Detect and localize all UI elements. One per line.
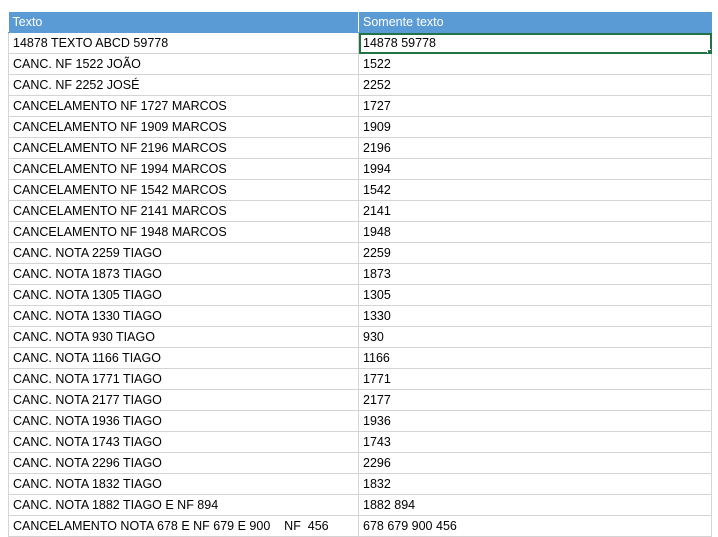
cell-texto[interactable]: CANC. NOTA 2296 TIAGO — [8, 452, 359, 474]
cell-somente-texto[interactable]: 1727 — [358, 95, 712, 117]
table-row: CANCELAMENTO NF 1542 MARCOS 1542 — [8, 179, 712, 201]
cell-somente-texto[interactable]: 2196 — [358, 137, 712, 159]
cell-somente-texto[interactable]: 1873 — [358, 263, 712, 285]
column-header-somente-texto[interactable]: Somente texto — [358, 12, 712, 33]
cell-texto[interactable]: CANCELAMENTO NF 1948 MARCOS — [8, 221, 359, 243]
cell-texto[interactable]: CANCELAMENTO NF 2196 MARCOS — [8, 137, 359, 159]
table-row: CANC. NOTA 1166 TIAGO 1166 — [8, 347, 712, 369]
cell-texto[interactable]: CANC. NOTA 1936 TIAGO — [8, 410, 359, 432]
cell-texto[interactable]: CANC. NOTA 2177 TIAGO — [8, 389, 359, 411]
table-row: CANC. NOTA 1832 TIAGO 1832 — [8, 473, 712, 495]
cell-texto[interactable]: CANCELAMENTO NF 2141 MARCOS — [8, 200, 359, 222]
cell-somente-texto[interactable]: 1305 — [358, 284, 712, 306]
cell-somente-texto[interactable]: 1882 894 — [358, 494, 712, 516]
table-row: CANC. NOTA 930 TIAGO 930 — [8, 326, 712, 348]
cell-texto[interactable]: CANCELAMENTO NF 1727 MARCOS — [8, 95, 359, 117]
table-row: CANC. NOTA 1771 TIAGO 1771 — [8, 368, 712, 390]
cell-somente-texto[interactable]: 2296 — [358, 452, 712, 474]
table-row: CANCELAMENTO NF 2196 MARCOS 2196 — [8, 137, 712, 159]
cell-texto[interactable]: CANCELAMENTO NF 1909 MARCOS — [8, 116, 359, 138]
cell-somente-texto[interactable]: 1166 — [358, 347, 712, 369]
cell-texto[interactable]: CANC. NOTA 1873 TIAGO — [8, 263, 359, 285]
cell-texto[interactable]: CANC. NOTA 1771 TIAGO — [8, 368, 359, 390]
table-header: Texto Somente texto — [8, 12, 712, 33]
table-row: CANCELAMENTO NF 1948 MARCOS 1948 — [8, 221, 712, 243]
cell-texto[interactable]: CANCELAMENTO NF 1994 MARCOS — [8, 158, 359, 180]
cell-somente-texto[interactable]: 2177 — [358, 389, 712, 411]
cell-texto[interactable]: CANC. NOTA 2259 TIAGO — [8, 242, 359, 264]
table-row: CANC. NOTA 1936 TIAGO 1936 — [8, 410, 712, 432]
cell-texto[interactable]: CANC. NOTA 1305 TIAGO — [8, 284, 359, 306]
cell-somente-texto[interactable]: 1994 — [358, 158, 712, 180]
cell-somente-texto[interactable]: 2252 — [358, 74, 712, 96]
cell-somente-texto[interactable]: 678 679 900 456 — [358, 515, 712, 537]
cell-somente-texto[interactable]: 2259 — [358, 242, 712, 264]
cell-texto[interactable]: CANC. NOTA 1330 TIAGO — [8, 305, 359, 327]
table-row: CANC. NOTA 2177 TIAGO 2177 — [8, 389, 712, 411]
cell-texto[interactable]: CANC. NOTA 930 TIAGO — [8, 326, 359, 348]
cell-texto[interactable]: 14878 TEXTO ABCD 59778 — [8, 32, 359, 54]
spreadsheet-grid: Texto Somente texto 14878 TEXTO ABCD 597… — [8, 12, 712, 537]
table-row: CANC. NOTA 1305 TIAGO 1305 — [8, 284, 712, 306]
cell-texto[interactable]: CANCELAMENTO NF 1542 MARCOS — [8, 179, 359, 201]
column-header-texto[interactable]: Texto — [8, 12, 359, 33]
table-row: CANC. NOTA 1882 TIAGO E NF 894 1882 894 — [8, 494, 712, 516]
data-table: Texto Somente texto 14878 TEXTO ABCD 597… — [8, 12, 712, 537]
cell-texto[interactable]: CANC. NOTA 1832 TIAGO — [8, 473, 359, 495]
table-row: CANCELAMENTO NF 1994 MARCOS 1994 — [8, 158, 712, 180]
table-row: CANCELAMENTO NF 1727 MARCOS 1727 — [8, 95, 712, 117]
table-row: CANCELAMENTO NOTA 678 E NF 679 E 900 NF … — [8, 515, 712, 537]
cell-somente-texto[interactable]: 1542 — [358, 179, 712, 201]
table-body: 14878 TEXTO ABCD 59778 14878 59778 CANC. N… — [8, 32, 712, 537]
header-row: Texto Somente texto — [8, 12, 712, 33]
cell-somente-texto[interactable]: 1909 — [358, 116, 712, 138]
cell-somente-texto[interactable]: 1771 — [358, 368, 712, 390]
cell-texto[interactable]: CANC. NOTA 1743 TIAGO — [8, 431, 359, 453]
cell-texto[interactable]: CANC. NF 1522 JOÃO — [8, 53, 359, 75]
cell-somente-texto[interactable]: 1330 — [358, 305, 712, 327]
cell-somente-texto[interactable]: 1832 — [358, 473, 712, 495]
cell-somente-texto[interactable]: 1743 — [358, 431, 712, 453]
cell-somente-texto[interactable]: 930 — [358, 326, 712, 348]
cell-texto[interactable]: CANC. NOTA 1166 TIAGO — [8, 347, 359, 369]
cell-texto[interactable]: CANC. NF 2252 JOSÉ — [8, 74, 359, 96]
cell-somente-texto[interactable]: 1522 — [358, 53, 712, 75]
selected-cell[interactable]: 14878 59778 — [358, 32, 712, 54]
cell-somente-texto[interactable]: 2141 — [358, 200, 712, 222]
table-row: CANC. NOTA 1743 TIAGO 1743 — [8, 431, 712, 453]
cell-texto[interactable]: CANC. NOTA 1882 TIAGO E NF 894 — [8, 494, 359, 516]
table-row: CANC. NOTA 1873 TIAGO 1873 — [8, 263, 712, 285]
table-row: CANC. NOTA 2259 TIAGO 2259 — [8, 242, 712, 264]
cell-somente-texto[interactable]: 1948 — [358, 221, 712, 243]
table-row: CANC. NOTA 1330 TIAGO 1330 — [8, 305, 712, 327]
fill-handle[interactable] — [707, 49, 711, 53]
table-row: CANC. NOTA 2296 TIAGO 2296 — [8, 452, 712, 474]
table-row: CANC. NF 1522 JOÃO 1522 — [8, 53, 712, 75]
cell-texto[interactable]: CANCELAMENTO NOTA 678 E NF 679 E 900 NF … — [8, 515, 359, 537]
table-row: CANCELAMENTO NF 1909 MARCOS 1909 — [8, 116, 712, 138]
table-row: 14878 TEXTO ABCD 59778 14878 59778 — [8, 32, 712, 54]
cell-somente-texto[interactable]: 1936 — [358, 410, 712, 432]
table-row: CANCELAMENTO NF 2141 MARCOS 2141 — [8, 200, 712, 222]
table-row: CANC. NF 2252 JOSÉ 2252 — [8, 74, 712, 96]
